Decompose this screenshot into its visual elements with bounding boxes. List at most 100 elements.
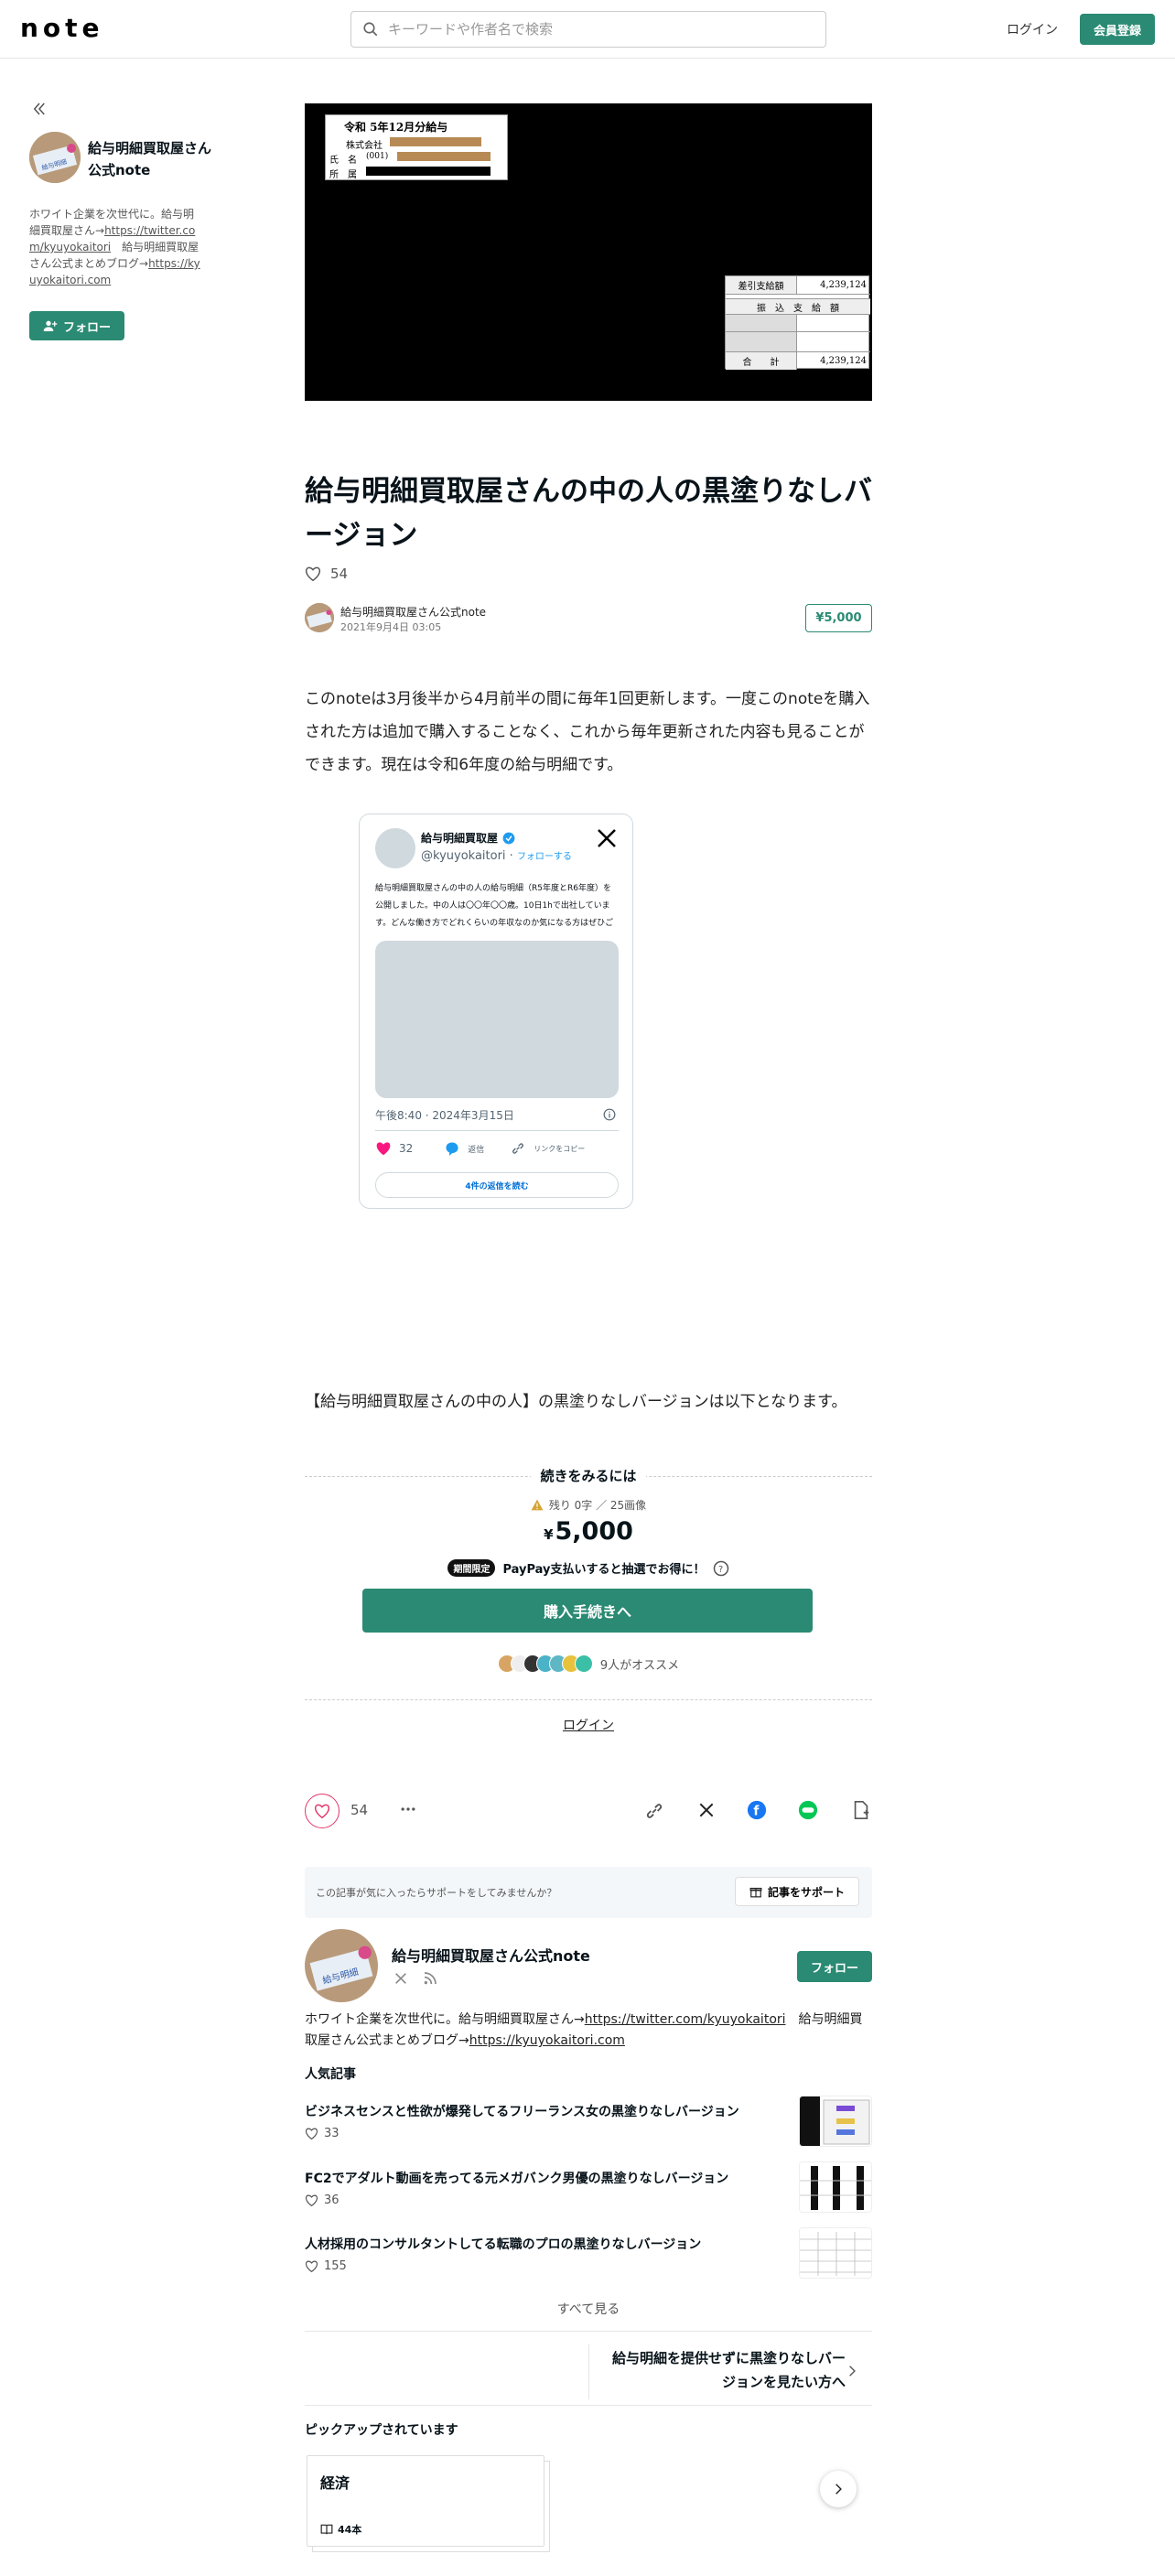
creator-x-icon[interactable]	[393, 1971, 408, 1989]
popular-item-likes: 155	[305, 2259, 347, 2273]
tweet-media[interactable]	[375, 941, 619, 1098]
tweet-display-name[interactable]: 給与明細買取屋	[421, 830, 498, 846]
share-facebook-icon[interactable]: f	[747, 1800, 767, 1824]
total-value: 4,239,124	[797, 351, 870, 370]
transfer-label: 振 込 支 給 額	[726, 298, 870, 315]
tweet-like-icon[interactable]	[375, 1141, 392, 1156]
popular-item-title[interactable]: 人材採用のコンサルタントしてる転職のプロの黒塗りなしバージョン	[305, 2235, 762, 2253]
tweet-handle-row: @kyuyokaitori · フォローする	[421, 849, 572, 863]
popular-item-thumbnail[interactable]	[799, 2227, 872, 2279]
sidebar-creator-name[interactable]: 給与明細買取屋さん公式note	[88, 137, 216, 181]
intro-paragraph: このnoteは3月後半から4月前半の間に毎年1回更新します。一度このnoteを購…	[305, 690, 870, 774]
tweet-avatar[interactable]	[375, 828, 415, 868]
read-replies-button[interactable]: 4件の返信を読む	[375, 1172, 619, 1198]
paywall-heading: 続きをみるには	[531, 1468, 646, 1484]
popular-divider	[305, 2331, 872, 2332]
popular-item-thumbnail[interactable]	[799, 2096, 872, 2147]
verified-badge-icon	[502, 832, 515, 844]
price-badge[interactable]: ¥5,000	[805, 604, 872, 632]
sidebar-bio: ホワイト企業を次世代に。給与明細買取屋さん→https://twitter.co…	[29, 206, 203, 288]
copy-link-icon[interactable]	[644, 1801, 664, 1825]
name-code: (001)	[366, 152, 389, 161]
limited-badge: 期間限定	[447, 1559, 496, 1577]
next-article-title: 給与明細を提供せずに黒塗りなしバージョンを見たい方へ	[611, 2350, 846, 2390]
reply-icon[interactable]	[444, 1141, 460, 1156]
tweet-like-count: 32	[399, 1142, 414, 1155]
popular-heading: 人気記事	[305, 2067, 356, 2082]
recommend-avatars[interactable]	[497, 1654, 593, 1673]
twitter-link[interactable]: https://twitter.com/kyuyokaitori	[585, 2012, 786, 2027]
sidebar-follow-label: フォロー	[62, 320, 111, 335]
chevron-right-icon	[835, 2484, 842, 2495]
embed-icon[interactable]	[851, 1800, 871, 1824]
company-redaction	[390, 137, 481, 146]
info-icon[interactable]	[603, 1107, 616, 1125]
transfer-row-divider	[726, 331, 870, 332]
paywall-login-link[interactable]: ログイン	[305, 1716, 872, 1734]
collapse-sidebar-icon[interactable]	[31, 101, 48, 121]
recommender-avatar	[574, 1654, 593, 1673]
svg-text:?: ?	[718, 1564, 723, 1574]
tweet-handle[interactable]: @kyuyokaitori	[421, 849, 506, 863]
sidebar-avatar[interactable]: 給与明細	[29, 132, 81, 183]
total-label: 合 計	[726, 351, 797, 370]
share-x-icon[interactable]	[697, 1801, 716, 1823]
creator-avatar[interactable]: 給与明細	[305, 1929, 378, 2002]
search-input[interactable]	[388, 21, 791, 38]
sidebar-follow-button[interactable]: フォロー	[29, 311, 124, 340]
magazine-card[interactable]: 経済 44本	[307, 2455, 544, 2547]
see-all-link[interactable]: すべて見る	[305, 2300, 872, 2318]
heart-icon	[305, 2260, 318, 2272]
warning-icon	[531, 1499, 544, 1511]
popular-item-title[interactable]: ビジネスセンスと性欲が爆発してるフリーランス女の黒塗りなしバージョン	[305, 2102, 762, 2120]
support-button[interactable]: 記事をサポート	[735, 1877, 859, 1906]
title-like-count: 54	[330, 566, 349, 582]
next-article-link[interactable]: 給与明細を提供せずに黒塗りなしバージョンを見たい方へ	[588, 2344, 872, 2399]
paypay-text: PayPay支払いすると抽選でお得に！	[502, 1563, 706, 1577]
creator-follow-button[interactable]: フォロー	[797, 1951, 872, 1982]
share-line-icon[interactable]	[798, 1800, 818, 1824]
payslip-header: 令和 5年12月分給与 株式会社 氏 名 (001) 所 属	[325, 114, 508, 180]
rss-icon[interactable]	[423, 1971, 437, 1989]
book-icon	[320, 2524, 333, 2535]
popular-item-thumbnail[interactable]	[799, 2161, 872, 2213]
blog-link[interactable]: https://kyuyokaitori.com	[469, 2033, 625, 2048]
search-box[interactable]	[350, 11, 826, 48]
tweet-body: 給与明細買取屋さんの中の人の給与明細（R5年度とR6年度）を公開しました。中の人…	[375, 884, 614, 928]
popular-item-title[interactable]: FC2でアダルト動画を売ってる元メガバンク男優の黒塗りなしバージョン	[305, 2169, 762, 2187]
recommend-text[interactable]: 9人がオススメ	[600, 1655, 679, 1673]
tweet-embed[interactable]: 給与明細買取屋 @kyuyokaitori · フォローする 給与明細買取屋さん…	[359, 814, 633, 1209]
creator-card-name[interactable]: 給与明細買取屋さん公式note	[392, 1944, 590, 1966]
author-avatar[interactable]	[305, 603, 334, 632]
purchase-button[interactable]: 購入手続きへ	[362, 1589, 813, 1633]
heart-icon[interactable]	[305, 566, 321, 581]
tweet-follow-link[interactable]: フォローする	[517, 852, 572, 862]
header-login-link[interactable]: ログイン	[1007, 20, 1058, 38]
paywall-price: ¥ 5,000	[305, 1517, 872, 1546]
like-button[interactable]	[305, 1794, 340, 1828]
tweet-time[interactable]: 午後8:40 · 2024年3月15日	[375, 1107, 514, 1123]
author-name[interactable]: 給与明細買取屋さん公式note	[340, 604, 486, 620]
heart-icon	[314, 1804, 330, 1818]
magazine-title: 経済	[320, 2474, 350, 2492]
signup-button[interactable]: 会員登録	[1080, 14, 1155, 45]
company-label: 株式会社	[346, 141, 383, 151]
more-options-icon[interactable]	[399, 1800, 417, 1822]
publish-date: 2021年9月4日 03:05	[340, 621, 442, 633]
popular-item-likes: 33	[305, 2127, 340, 2140]
link-icon[interactable]	[510, 1141, 526, 1156]
tweet-reply-label[interactable]: 返信	[468, 1143, 484, 1155]
payslip-totals: 差引支給額 4,239,124 振 込 支 給 額 合 計 4,239,124	[725, 275, 870, 370]
next-divider	[305, 2405, 872, 2406]
gift-icon	[749, 1887, 762, 1898]
carousel-next-button[interactable]	[820, 2471, 857, 2507]
magazine-count-row: 44本	[320, 2522, 361, 2537]
tweet-name-row: 給与明細買取屋	[421, 830, 515, 846]
creator-bio: ホワイト企業を次世代に。給与明細買取屋さん→https://twitter.co…	[305, 2010, 872, 2052]
tweet-copy-link[interactable]: リンクをコピー	[534, 1144, 585, 1154]
help-icon[interactable]: ?	[713, 1560, 729, 1577]
x-logo-icon[interactable]	[596, 827, 618, 853]
popular-item-like-count: 33	[324, 2127, 340, 2140]
note-logo[interactable]: note	[20, 13, 104, 43]
magazine-count: 44本	[338, 2524, 362, 2536]
